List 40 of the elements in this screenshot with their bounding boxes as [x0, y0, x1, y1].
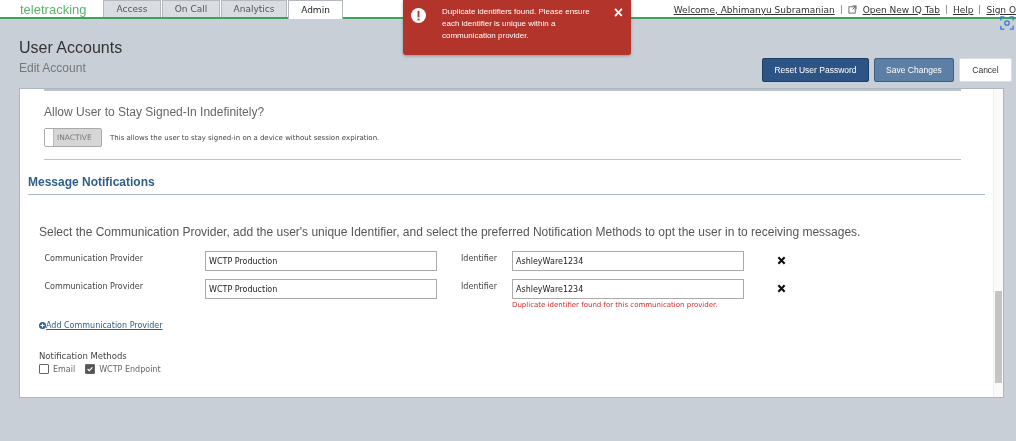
header-link[interactable]: Open New IQ Tab: [862, 4, 940, 15]
identifier-field[interactable]: AshleyWare1234: [512, 251, 744, 271]
checkbox-label: WCTP Endpoint: [99, 364, 161, 374]
error-message: Duplicate identifiers found. Please ensure each identifier is unique within a communication provider.: [442, 6, 591, 42]
field-label: Communication Provider: [43, 282, 143, 291]
field-label: Communication Provider: [43, 254, 143, 263]
checkbox-label: Email: [53, 364, 76, 374]
nav-tab[interactable]: Access: [103, 0, 161, 17]
identifier-field[interactable]: AshleyWare1234: [512, 279, 744, 299]
field-label: Identifier: [459, 282, 497, 291]
action-button[interactable]: Cancel: [959, 58, 1012, 82]
page-title: User Accounts: [19, 39, 123, 57]
methods-label: Notification Methods: [39, 351, 128, 361]
new-tab-icon: [847, 5, 857, 14]
nav-tab[interactable]: Analytics: [221, 0, 287, 17]
setting-question: Allow User to Stay Signed-In Indefinitely?: [44, 105, 266, 119]
remove-icon[interactable]: [777, 284, 786, 293]
page-subtitle: Edit Account: [19, 61, 87, 75]
screenshot-icon[interactable]: [1000, 16, 1014, 30]
provider-field[interactable]: WCTP Production: [205, 251, 437, 271]
scrollbar[interactable]: [993, 89, 1003, 397]
field-label: Identifier: [459, 254, 497, 263]
alert-icon: [411, 8, 426, 23]
add-provider-link[interactable]: Add Communication Provider: [39, 321, 163, 330]
header-link[interactable]: Sign O: [986, 4, 1016, 15]
nav-tab[interactable]: On Call: [162, 0, 220, 17]
logo-text: teletracking: [20, 2, 88, 17]
provider-field[interactable]: WCTP Production: [205, 279, 437, 299]
close-button[interactable]: ×: [613, 6, 623, 20]
action-button[interactable]: Reset User Password: [762, 58, 869, 82]
section-heading: Message Notifications: [28, 175, 985, 195]
nav-tab[interactable]: Admin: [288, 0, 343, 19]
instructions-text: Select the Communication Provider, add the user's unique Identifier, and select the preferred Notification Methods to opt the user in to receiving messages.: [39, 225, 862, 239]
header-link[interactable]: Help: [952, 4, 974, 15]
plus-circle-icon: [39, 322, 46, 329]
header-link[interactable]: Welcome, Abhimanyu Subramanian: [673, 4, 835, 15]
action-button[interactable]: Save Changes: [874, 58, 954, 82]
checkbox[interactable]: [39, 364, 49, 374]
checkbox[interactable]: [85, 364, 96, 374]
remove-icon[interactable]: [777, 256, 786, 265]
